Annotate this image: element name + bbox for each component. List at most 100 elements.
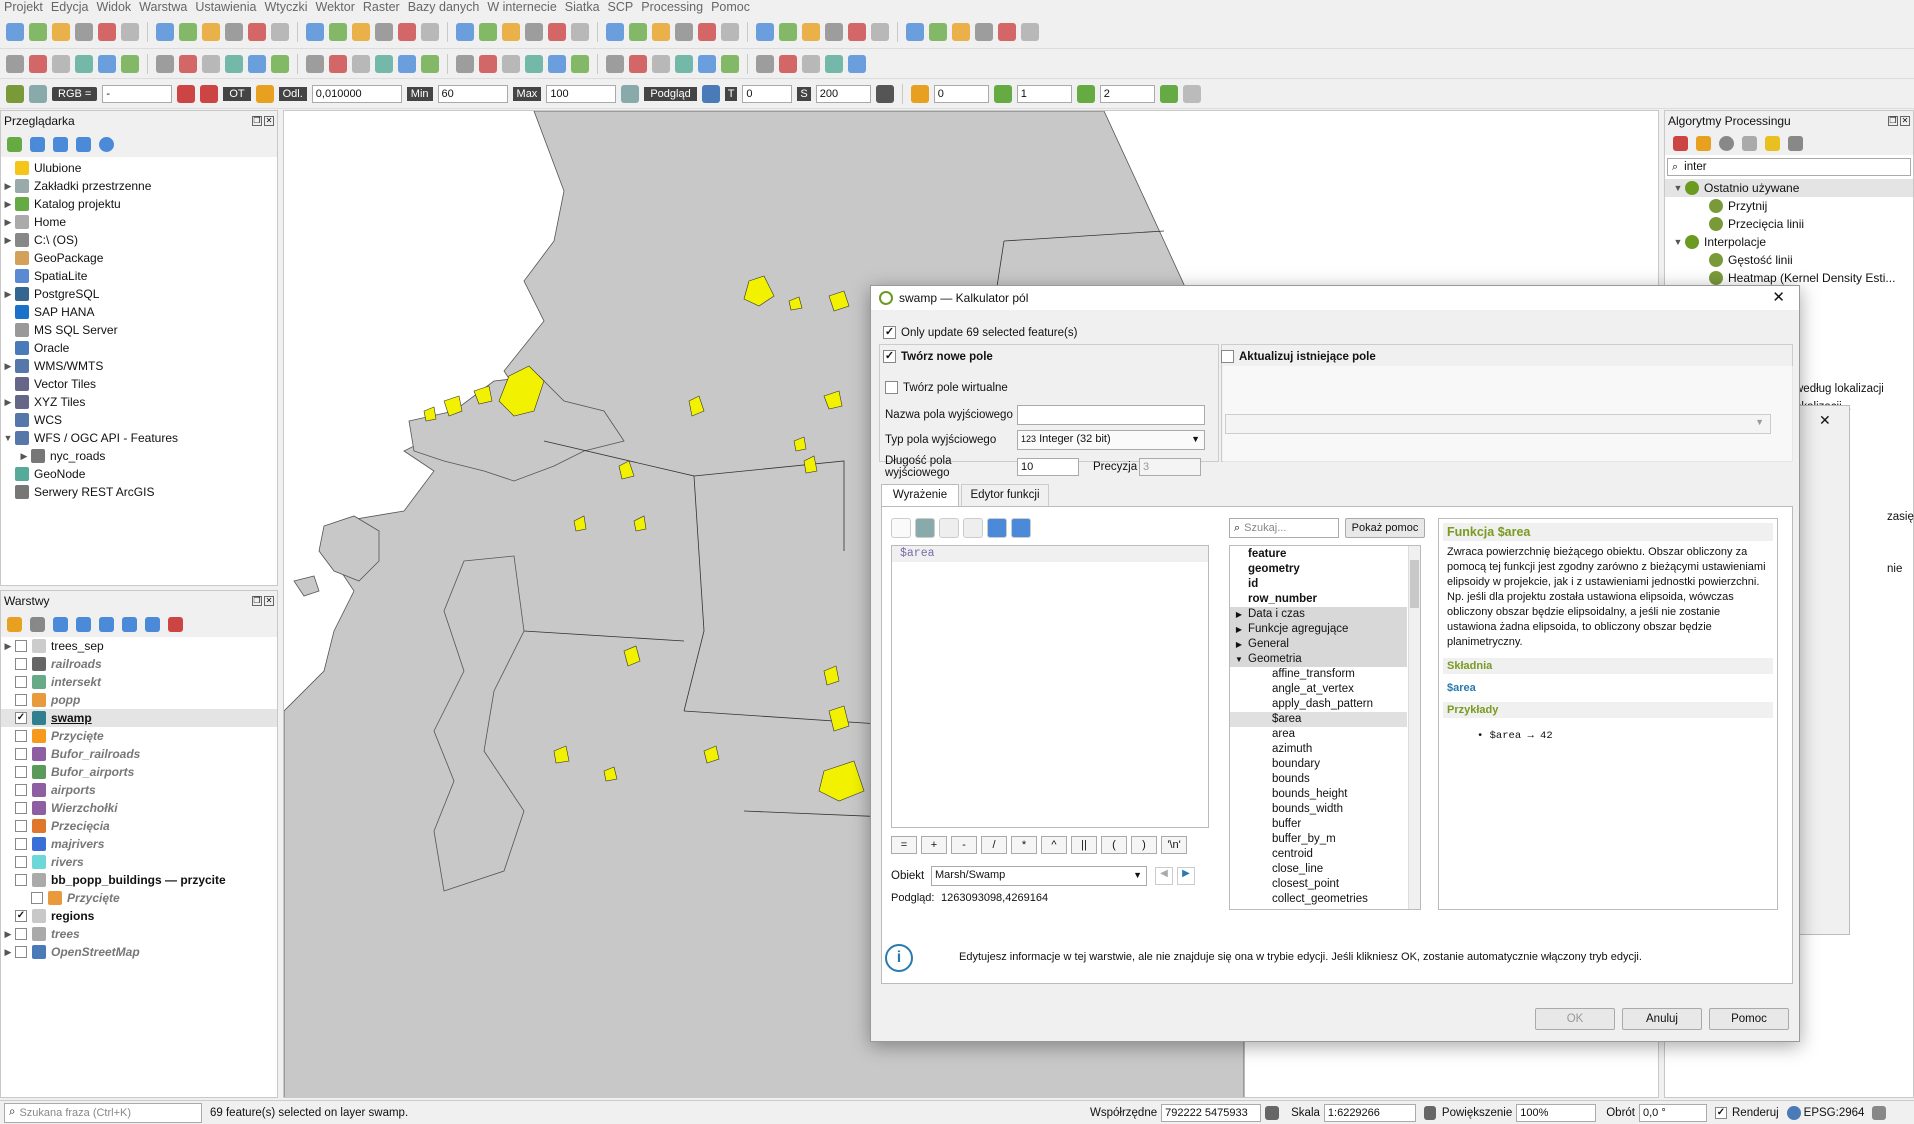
toolbar-button-icon[interactable] [225, 54, 243, 73]
processing-item[interactable]: Gęstość linii [1665, 251, 1913, 269]
cancel-button[interactable]: Anuluj [1622, 1008, 1702, 1030]
menu-item[interactable]: Widok [92, 0, 135, 15]
toolbar-button-icon[interactable] [721, 22, 739, 41]
export-icon[interactable] [1011, 518, 1031, 538]
layer-visibility-checkbox[interactable] [15, 820, 27, 832]
expand-arrow-icon[interactable]: ▶ [1, 947, 15, 958]
previous-feature-button[interactable]: ◀ [1155, 867, 1173, 885]
grid-icon[interactable] [1182, 84, 1201, 103]
browser-item[interactable]: Oracle [1, 339, 277, 357]
band-select[interactable]: - [102, 84, 173, 103]
menu-item[interactable]: Projekt [0, 0, 47, 15]
function-item[interactable]: apply_dash_pattern [1230, 697, 1420, 712]
expand-arrow-icon[interactable]: ▶ [1, 929, 15, 940]
browser-item[interactable]: ▶ XYZ Tiles [1, 393, 277, 411]
menu-item[interactable]: W internecie [483, 0, 560, 15]
function-item[interactable]: ▶ General [1230, 637, 1407, 652]
layer-item[interactable]: rivers [1, 853, 277, 871]
browser-item[interactable]: WCS [1, 411, 277, 429]
menu-item[interactable]: Pomoc [707, 0, 754, 15]
show-help-button[interactable]: Pokaż pomoc [1345, 518, 1425, 538]
menu-item[interactable]: Ustawienia [191, 0, 260, 15]
toolbar-button-icon[interactable] [779, 22, 797, 41]
browser-item[interactable]: ▶ PostgreSQL [1, 285, 277, 303]
function-item[interactable]: azimuth [1230, 742, 1420, 757]
update-existing-checkbox[interactable]: Aktualizuj istniejące pole [1221, 350, 1376, 363]
toolbar-button-icon[interactable] [456, 54, 474, 73]
zoom-input[interactable]: 100% [1516, 1103, 1597, 1122]
filter-icon[interactable] [53, 136, 68, 152]
function-item[interactable]: ▶ Data i czas [1230, 607, 1407, 622]
expand-arrow-icon[interactable]: ▼ [1671, 237, 1685, 247]
next-feature-button[interactable]: ▶ [1177, 867, 1195, 885]
virtual-field-checkbox[interactable]: Twórz pole wirtualne [885, 381, 1008, 394]
layer-visibility-checkbox[interactable] [15, 694, 27, 706]
processing-item[interactable]: Przecięcia linii [1665, 215, 1913, 233]
toolbar-button-icon[interactable] [375, 22, 393, 41]
function-item[interactable]: collect_geometries [1230, 892, 1420, 907]
menu-item[interactable]: Processing [637, 0, 707, 15]
function-item[interactable]: angle_at_vertex [1230, 682, 1420, 697]
toolbar-button-icon[interactable] [571, 54, 589, 73]
close-icon[interactable]: ✕ [1900, 116, 1910, 126]
collapse-icon[interactable] [145, 616, 160, 632]
layer-item[interactable]: ▶ trees_sep [1, 637, 277, 655]
lock-icon[interactable] [1423, 1105, 1436, 1120]
toolbar-button-icon[interactable] [329, 22, 347, 41]
toolbar-button-icon[interactable] [375, 54, 393, 73]
value2-input[interactable]: 1 [1016, 84, 1072, 103]
expand-arrow-icon[interactable]: ▶ [1, 641, 15, 652]
toolbar-button-icon[interactable] [652, 54, 670, 73]
menu-item[interactable]: Edycja [47, 0, 93, 15]
layer-visibility-checkbox[interactable] [15, 658, 27, 670]
processing-search[interactable]: ⌕ inter [1667, 158, 1911, 176]
toolbar-button-icon[interactable] [479, 22, 497, 41]
roi-icon[interactable] [177, 84, 196, 103]
layer-item[interactable]: Przecięcia [1, 817, 277, 835]
s-input[interactable]: 200 [815, 84, 871, 103]
eye-icon[interactable] [53, 616, 68, 632]
toolbar-button-icon[interactable] [421, 54, 439, 73]
processing-item[interactable]: Przytnij [1665, 197, 1913, 215]
toolbar-button-icon[interactable] [29, 22, 47, 41]
browser-item[interactable]: GeoNode [1, 465, 277, 483]
layer-visibility-checkbox[interactable]: ✓ [15, 910, 27, 922]
expand-arrow-icon[interactable]: ▶ [1230, 622, 1248, 637]
toolbar-button-icon[interactable] [779, 54, 797, 73]
kml-icon[interactable] [875, 84, 894, 103]
toolbar-button-icon[interactable] [98, 54, 116, 73]
operator-button[interactable]: + [921, 836, 947, 854]
render-checkbox[interactable]: ✓ [1715, 1106, 1727, 1119]
ruler-icon[interactable] [910, 84, 929, 103]
toolbar-button-icon[interactable] [352, 54, 370, 73]
layer-visibility-checkbox[interactable] [15, 784, 27, 796]
filter-icon[interactable] [76, 616, 91, 632]
close-icon[interactable]: ✕ [264, 116, 274, 126]
style-icon[interactable] [7, 616, 22, 632]
menu-item[interactable]: Wektor [312, 0, 359, 15]
function-item[interactable]: feature [1230, 547, 1420, 562]
toolbar-button-icon[interactable] [548, 54, 566, 73]
browser-item[interactable]: Vector Tiles [1, 375, 277, 393]
expand-arrow-icon[interactable]: ▶ [1, 217, 15, 228]
layer-visibility-checkbox[interactable] [15, 676, 27, 688]
browser-item[interactable]: MS SQL Server [1, 321, 277, 339]
value1-input[interactable]: 0 [933, 84, 989, 103]
toolbar-button-icon[interactable] [502, 54, 520, 73]
tab-expression[interactable]: Wyrażenie [881, 484, 959, 506]
t-input[interactable]: 0 [742, 84, 793, 103]
crs-label[interactable]: EPSG:2964 [1804, 1107, 1865, 1119]
operator-button[interactable]: ( [1101, 836, 1127, 854]
toolbar-button-icon[interactable] [525, 54, 543, 73]
toolbar-button-icon[interactable] [225, 22, 243, 41]
expand-arrow-icon[interactable]: ▶ [1230, 607, 1248, 622]
toolbar-button-icon[interactable] [952, 22, 970, 41]
messages-icon[interactable] [1872, 1105, 1887, 1120]
browser-item[interactable]: ▶ nyc_roads [1, 447, 277, 465]
toolbar-button-icon[interactable] [421, 22, 439, 41]
toolbar-button-icon[interactable] [98, 22, 116, 41]
function-item[interactable]: buffer_by_m [1230, 832, 1420, 847]
ok-button[interactable]: OK [1535, 1008, 1615, 1030]
toolbar-button-icon[interactable] [75, 22, 93, 41]
layer-item[interactable]: Przycięte [1, 727, 277, 745]
